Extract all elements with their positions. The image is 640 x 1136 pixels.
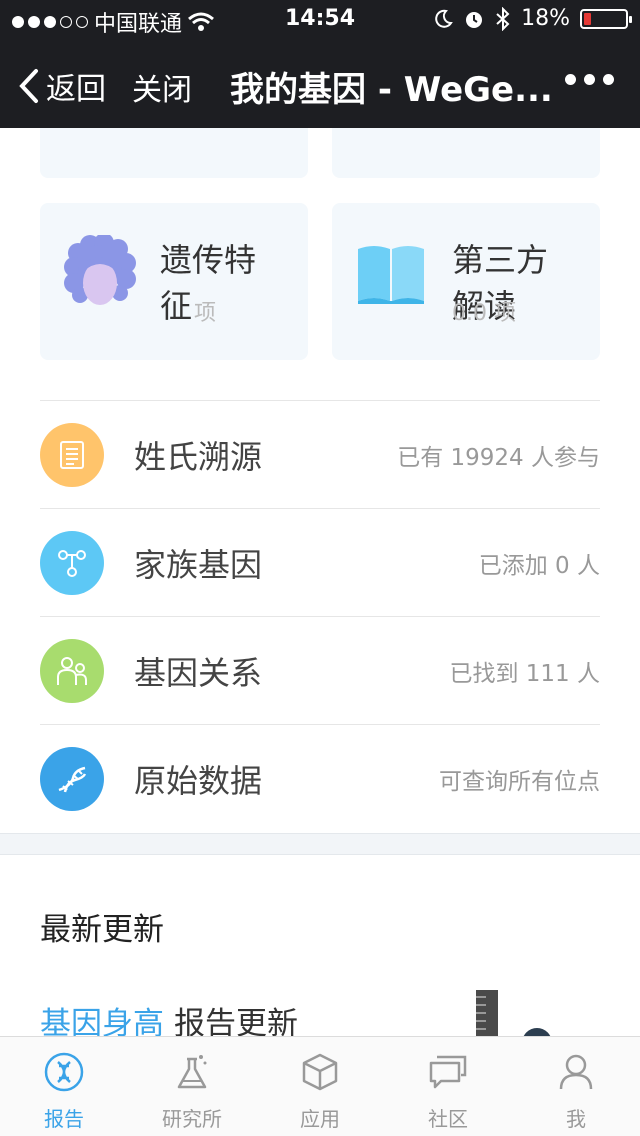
list-item-meta: 已有 19924 人参与 bbox=[397, 444, 600, 471]
document-icon bbox=[40, 422, 104, 487]
person-head-icon bbox=[522, 1028, 552, 1036]
people-icon bbox=[40, 638, 104, 703]
main-content[interactable]: 疾病 南 项 遗传特征 项 第三方解读 0.0 项 bbox=[0, 128, 640, 1036]
curly-hair-avatar-icon bbox=[64, 235, 136, 305]
card-guide[interactable]: 南 项 bbox=[332, 128, 600, 178]
list-item-meta: 可查询所有位点 bbox=[439, 768, 600, 795]
more-button[interactable] bbox=[565, 74, 614, 85]
tab-label: 应用 bbox=[300, 1107, 340, 1131]
battery-level bbox=[584, 12, 591, 25]
family-tree-icon bbox=[40, 530, 104, 595]
alarm-icon bbox=[466, 11, 483, 28]
tab-label: 研究所 bbox=[162, 1107, 222, 1131]
card-traits-count: 项 bbox=[194, 301, 217, 326]
list-item-relation[interactable]: 基因关系 已找到 111 人 bbox=[40, 616, 600, 724]
open-book-icon bbox=[358, 246, 424, 304]
status-bar: 中国联通 14:54 18% bbox=[0, 0, 640, 40]
tab-label: 我 bbox=[566, 1107, 586, 1131]
update-item[interactable]: 基因身高 报告更新 bbox=[40, 998, 298, 1036]
tab-community[interactable]: 社区 bbox=[384, 1037, 512, 1136]
update-text: 报告更新 bbox=[174, 1006, 298, 1036]
section-divider bbox=[0, 833, 640, 855]
close-button[interactable]: 关闭 bbox=[132, 65, 192, 109]
dna-icon bbox=[40, 746, 104, 811]
cube-icon bbox=[302, 1053, 338, 1091]
page-title: 我的基因 - WeGe... bbox=[230, 70, 553, 110]
card-third-party[interactable]: 第三方解读 0.0 项 bbox=[332, 203, 600, 360]
chat-bubbles-icon bbox=[429, 1055, 467, 1089]
chevron-left-icon bbox=[19, 69, 38, 103]
tab-label: 社区 bbox=[428, 1107, 468, 1131]
tab-bar: 报告 研究所 应用 社区 我 bbox=[0, 1036, 640, 1136]
flask-icon bbox=[177, 1055, 207, 1089]
bluetooth-icon bbox=[496, 6, 510, 31]
status-right: 18% bbox=[433, 6, 632, 31]
tab-me[interactable]: 我 bbox=[512, 1037, 640, 1136]
back-button[interactable]: 返回 bbox=[18, 64, 106, 108]
dna-tab-icon bbox=[44, 1052, 84, 1092]
battery-icon bbox=[580, 8, 632, 29]
user-icon bbox=[559, 1054, 593, 1090]
moon-icon bbox=[435, 9, 453, 28]
feature-list: 姓氏溯源 已有 19924 人参与 家族基因 已添加 0 人 基因关系 已找到 … bbox=[40, 400, 600, 832]
list-item-title: 原始数据 bbox=[134, 761, 263, 800]
list-item-meta: 已添加 0 人 bbox=[478, 552, 600, 579]
card-disease[interactable]: 疾病 bbox=[40, 128, 308, 178]
latest-updates-title: 最新更新 bbox=[40, 912, 164, 948]
list-item-raw-data[interactable]: 原始数据 可查询所有位点 bbox=[40, 724, 600, 832]
list-item-title: 姓氏溯源 bbox=[134, 437, 263, 476]
list-item-surname[interactable]: 姓氏溯源 已有 19924 人参与 bbox=[40, 400, 600, 508]
tab-label: 报告 bbox=[44, 1107, 84, 1131]
back-label: 返回 bbox=[46, 72, 106, 107]
tab-apps[interactable]: 应用 bbox=[256, 1037, 384, 1136]
nav-bar: 返回 关闭 我的基因 - WeGe... bbox=[0, 40, 640, 128]
list-item-meta: 已找到 111 人 bbox=[449, 660, 600, 687]
battery-percent: 18% bbox=[521, 6, 570, 31]
card-third-party-count: 0.0 项 bbox=[452, 301, 516, 326]
card-traits[interactable]: 遗传特征 项 bbox=[40, 203, 308, 360]
top-bar: 中国联通 14:54 18% 返回 关闭 我的基因 - WeGe... bbox=[0, 0, 640, 128]
list-item-family[interactable]: 家族基因 已添加 0 人 bbox=[40, 508, 600, 616]
list-item-title: 基因关系 bbox=[134, 653, 263, 692]
list-item-title: 家族基因 bbox=[134, 545, 263, 584]
tab-report[interactable]: 报告 bbox=[0, 1037, 128, 1136]
tab-institute[interactable]: 研究所 bbox=[128, 1037, 256, 1136]
ruler-ticks bbox=[476, 996, 486, 1036]
update-highlight: 基因身高 bbox=[40, 1006, 164, 1036]
